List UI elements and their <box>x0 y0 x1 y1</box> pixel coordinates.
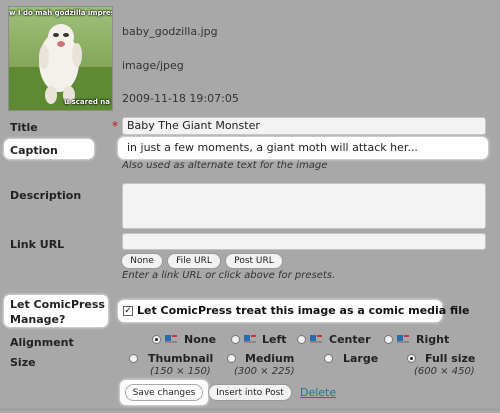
align-left-icon <box>244 334 256 344</box>
align-none-icon <box>165 334 177 344</box>
title-input-value: Baby The Giant Monster <box>127 119 260 132</box>
save-changes-button[interactable]: Save changes <box>125 384 203 401</box>
align-left-label[interactable]: Left <box>262 333 287 346</box>
link-url-input[interactable] <box>122 233 486 250</box>
required-indicator: * <box>112 119 118 133</box>
align-right-icon <box>397 334 409 344</box>
caption-input-value: in just a few moments, a giant moth will… <box>127 141 418 154</box>
comicpress-checkbox[interactable]: ✓ <box>123 306 133 316</box>
align-center-icon <box>310 334 322 344</box>
media-item-panel: w I do mah godzilla impresshun u scared … <box>0 0 500 413</box>
link-file-url-button[interactable]: File URL <box>167 253 221 269</box>
alignment-label: Alignment <box>10 336 74 349</box>
link-post-url-button[interactable]: Post URL <box>225 253 283 269</box>
title-label: Title <box>10 121 38 134</box>
align-right-label[interactable]: Right <box>416 333 449 346</box>
file-upload-date: 2009-11-18 19:07:05 <box>122 92 239 105</box>
delete-link[interactable]: Delete <box>300 386 336 399</box>
align-none-radio[interactable] <box>152 335 161 344</box>
size-thumbnail-radio[interactable] <box>129 354 138 363</box>
size-medium-dims: (300 × 225) <box>234 366 295 377</box>
comicpress-label-line1: Let ComicPress <box>10 298 105 311</box>
image-thumbnail: w I do mah godzilla impresshun u scared … <box>8 6 113 111</box>
align-left-radio[interactable] <box>231 335 240 344</box>
size-thumbnail-dims: (150 × 150) <box>150 366 211 377</box>
link-help-text: Enter a link URL or click above for pres… <box>122 270 336 281</box>
comicpress-label-line2: Manage? <box>10 313 66 326</box>
link-none-button[interactable]: None <box>121 253 163 269</box>
align-center-radio[interactable] <box>297 335 306 344</box>
size-large-label[interactable]: Large <box>343 352 378 365</box>
align-right-radio[interactable] <box>384 335 393 344</box>
size-medium-label[interactable]: Medium <box>245 352 294 365</box>
size-thumbnail-label[interactable]: Thumbnail <box>148 352 213 365</box>
bottom-divider <box>0 409 500 410</box>
file-mime-type: image/jpeg <box>122 59 184 72</box>
insert-into-post-button[interactable]: Insert into Post <box>208 384 292 401</box>
align-none-label[interactable]: None <box>184 333 216 346</box>
size-label: Size <box>10 356 36 369</box>
file-name: baby_godzilla.jpg <box>122 25 218 38</box>
size-full-radio[interactable] <box>407 354 416 363</box>
caption-input[interactable]: in just a few moments, a giant moth will… <box>122 139 486 157</box>
title-input[interactable]: Baby The Giant Monster <box>122 117 486 135</box>
link-url-label: Link URL <box>10 238 65 251</box>
description-textarea[interactable] <box>122 183 486 229</box>
size-large-radio[interactable] <box>324 354 333 363</box>
description-label: Description <box>10 189 82 202</box>
caption-help-text: Also used as alternate text for the imag… <box>122 160 328 171</box>
size-medium-radio[interactable] <box>227 354 236 363</box>
size-full-label[interactable]: Full size <box>425 352 475 365</box>
caption-label: Caption <box>10 144 58 157</box>
cat-figure <box>9 24 112 110</box>
meme-caption-top: w I do mah godzilla impresshun <box>9 9 112 17</box>
align-center-label[interactable]: Center <box>329 333 371 346</box>
meme-caption-bottom: u scared na <box>64 98 110 106</box>
size-full-dims: (600 × 450) <box>414 366 475 377</box>
comicpress-checkbox-label[interactable]: Let ComicPress treat this image as a com… <box>137 304 469 317</box>
